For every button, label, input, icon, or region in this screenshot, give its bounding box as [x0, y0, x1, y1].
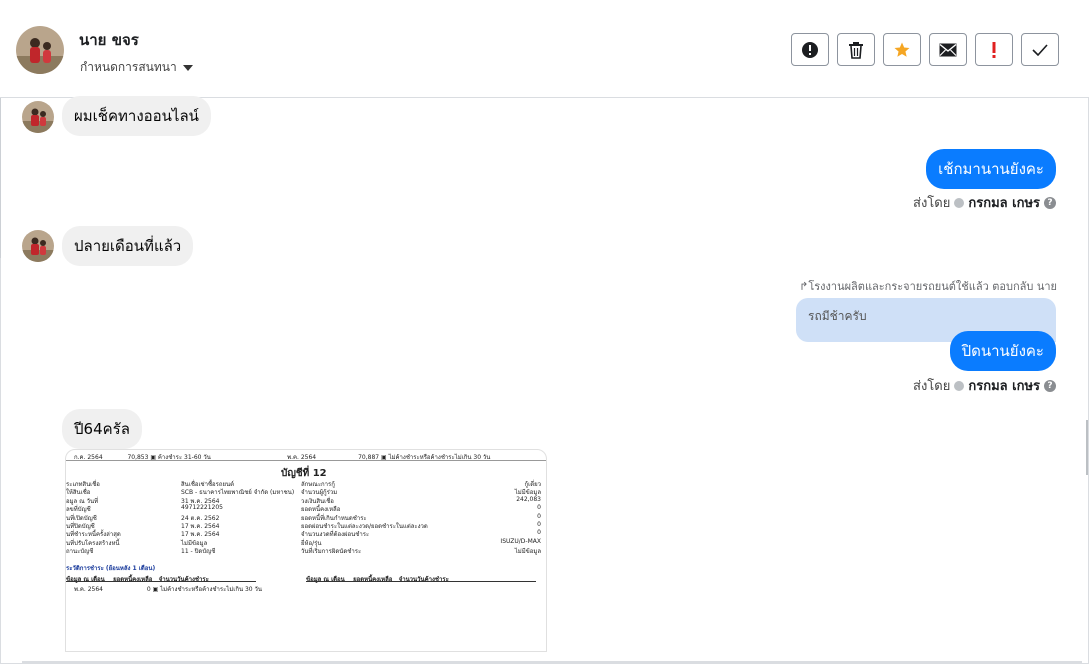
assign-conversation-dropdown[interactable]: กำหนดการสนทนา: [80, 58, 193, 77]
sent-by-label: ส่งโดย: [913, 196, 951, 211]
attachment-image[interactable]: ก.ค. 2564 70,853 ▣ ค้างชำระ 31-60 วัน พ.…: [65, 449, 547, 652]
verified-icon: [954, 197, 965, 208]
doc-history-header: ข้อมูล ณ เดือน ยอดหนี้คงเหลือ จำนวนวันค้…: [66, 576, 209, 583]
reply-note: ↱โรงงานผลิตและกระจายรถยนต์ใช้แล้ว ตอบกลั…: [799, 280, 1057, 293]
incoming-message: ปลายเดือนที่แล้ว: [62, 226, 194, 266]
doc-history-row: พ.ค. 2564 0 ▣ ไม่ค้างชำระหรือค้างชำระไม่…: [74, 586, 262, 593]
follow-up-button[interactable]: [975, 33, 1013, 66]
doc-field-value: 0: [537, 504, 541, 512]
incoming-message: ผมเช็คทางออนไลน์: [62, 96, 211, 136]
verified-icon: [954, 380, 965, 391]
conversation-header: นาย ขจร กำหนดการสนทนา: [0, 0, 1089, 98]
help-icon[interactable]: ?: [1044, 196, 1056, 209]
doc-field-value: 242,083: [516, 495, 541, 503]
contact-avatar-small: [22, 230, 54, 262]
outgoing-message: เช้กมานานยังคะ: [926, 149, 1056, 189]
outgoing-message: ปิดนานยังคะ: [949, 331, 1056, 371]
incoming-message: ปี64ครัล: [62, 409, 142, 449]
star-button[interactable]: [883, 33, 921, 66]
doc-field-value: 0: [537, 529, 541, 537]
mark-done-button[interactable]: [1021, 33, 1059, 66]
sender-name: กรกมล เกษร: [968, 196, 1040, 211]
sent-by-row: ส่งโดย กรกมล เกษร ?: [913, 192, 1056, 213]
doc-field-value: 0: [537, 512, 541, 520]
sent-by-label: ส่งโดย: [913, 379, 951, 394]
doc-field-value: 11 - ปิดบัญชี: [181, 548, 216, 556]
sent-by-row: ส่งโดย กรกมล เกษร ?: [913, 375, 1056, 396]
caret-down-icon: [182, 64, 193, 71]
delete-button[interactable]: [837, 33, 875, 66]
star-icon: [894, 42, 910, 57]
contact-avatar-small: [22, 101, 54, 133]
doc-field-label: ถานะบัญชี: [66, 548, 94, 556]
checkmark-icon: [1032, 43, 1048, 56]
doc-field-value: 0: [537, 521, 541, 528]
doc-field-label: วันที่เริ่มการผิดนัดชำระ: [301, 548, 362, 556]
envelope-icon: [939, 43, 957, 56]
report-spam-button[interactable]: [791, 33, 829, 66]
help-icon[interactable]: ?: [1044, 379, 1056, 392]
doc-field-value: ไม่มีข้อมูล: [514, 548, 541, 556]
exclamation-mark-icon: [992, 41, 996, 58]
contact-name[interactable]: นาย ขจร: [79, 28, 139, 52]
panel-divider: [0, 98, 1, 258]
sender-name: กรกมล เกษร: [968, 379, 1040, 394]
exclamation-circle-icon: [802, 41, 818, 58]
trash-icon: [849, 41, 863, 59]
toolbar-actions: [791, 33, 1059, 66]
doc-history-label: ระวัติการชำระ (ย้อนหลัง 1 เดือน): [66, 565, 156, 572]
assign-label: กำหนดการสนทนา: [80, 60, 177, 74]
contact-avatar[interactable]: [16, 26, 64, 74]
scrollbar-thumb[interactable]: [1086, 420, 1088, 475]
doc-history-header-2: ข้อมูล ณ เดือน ยอดหนี้คงเหลือ จำนวนวันค้…: [306, 576, 449, 583]
doc-field-value: ISUZU/D-MAX: [500, 537, 541, 545]
doc-field-value: 49712221205: [181, 504, 223, 512]
mark-unread-button[interactable]: [929, 33, 967, 66]
